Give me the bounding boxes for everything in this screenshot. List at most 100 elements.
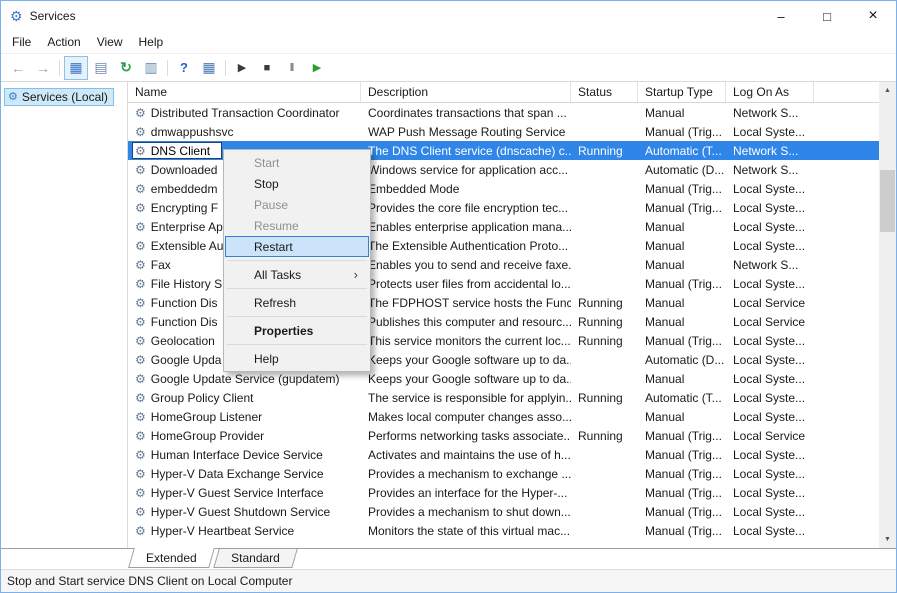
service-log-on-as: Local Syste... [726,448,814,462]
service-row[interactable]: ⚙ Human Interface Device Service Activat… [128,445,879,464]
service-name: HomeGroup Provider [151,429,264,443]
menubar-view[interactable]: View [89,33,131,51]
service-name: DNS Client [151,144,210,158]
service-status: Running [571,144,638,158]
view-list-button[interactable]: ▦ [197,56,221,80]
service-gear-icon: ⚙ [135,335,146,347]
back-button[interactable]: ← [6,56,30,80]
toolbar-button-icon: ■ [264,62,271,74]
column-header-description[interactable]: Description [361,82,571,102]
service-description: Makes local computer changes asso... [361,410,571,424]
stop-service-button[interactable]: ■ [255,56,279,80]
service-name-box: ⚙ Enterprise Ap [132,218,228,235]
vertical-scrollbar[interactable]: ▲ ▼ [879,82,896,548]
service-description: Provides an interface for the Hyper-... [361,486,571,500]
scrollbar-thumb[interactable] [880,170,895,232]
console-tree-panel: ⚙ Services (Local) [1,82,128,548]
service-startup-type: Manual (Trig... [638,201,726,215]
menubar-action[interactable]: Action [39,33,88,51]
column-header-status[interactable]: Status [571,82,638,102]
service-name: Downloaded [151,163,218,177]
service-name: Enterprise Ap [151,220,223,234]
status-bar: Stop and Start service DNS Client on Loc… [1,569,896,592]
menubar-file[interactable]: File [4,33,39,51]
tree-item-services-local[interactable]: ⚙ Services (Local) [4,88,114,106]
service-startup-type: Manual (Trig... [638,125,726,139]
service-row[interactable]: ⚙ Hyper-V Guest Shutdown Service Provide… [128,502,879,521]
status-text: Stop and Start service DNS Client on Loc… [7,574,292,588]
column-header-name[interactable]: Name [128,82,361,102]
context-menu-restart[interactable]: Restart [225,236,369,257]
pause-service-button[interactable]: ‖ [280,56,304,80]
service-name-cell: ⚙ Hyper-V Heartbeat Service [128,522,361,539]
service-name-box: ⚙ Human Interface Device Service [132,446,328,463]
toolbar-separator [56,56,63,80]
service-log-on-as: Local Syste... [726,467,814,481]
service-gear-icon: ⚙ [135,202,146,214]
service-name: dmwappushsvc [151,125,234,139]
context-menu-help[interactable]: Help [225,348,369,369]
service-row[interactable]: ⚙ HomeGroup Provider Performs networking… [128,426,879,445]
service-startup-type: Manual [638,239,726,253]
service-log-on-as: Network S... [726,106,814,120]
service-status: Running [571,315,638,329]
menubar: FileActionViewHelp [1,31,896,53]
service-row[interactable]: ⚙ dmwappushsvc WAP Push Message Routing … [128,122,879,141]
toolbar-button-icon: ‖ [290,62,295,74]
minimize-button[interactable]: – [758,1,804,31]
service-row[interactable]: ⚙ HomeGroup Listener Makes local compute… [128,407,879,426]
service-gear-icon: ⚙ [135,259,146,271]
scroll-down-arrow-icon[interactable]: ▼ [879,531,896,548]
service-row[interactable]: ⚙ Distributed Transaction Coordinator Co… [128,103,879,122]
toolbar-button-icon: ▦ [202,59,215,76]
service-name-cell: ⚙ Hyper-V Guest Shutdown Service [128,503,361,520]
service-description: Activates and maintains the use of h... [361,448,571,462]
service-row[interactable]: ⚙ Group Policy Client The service is res… [128,388,879,407]
context-menu-separator [227,316,367,317]
service-name: Google Upda [151,353,222,367]
context-menu-stop[interactable]: Stop [225,173,369,194]
service-name-box: ⚙ File History S [132,275,227,292]
service-startup-type: Manual (Trig... [638,467,726,481]
context-menu-refresh[interactable]: Refresh [225,292,369,313]
service-row[interactable]: ⚙ Hyper-V Guest Service Interface Provid… [128,483,879,502]
context-menu-all-tasks[interactable]: All Tasks › [225,264,369,285]
service-name: File History S [151,277,222,291]
context-menu-separator [227,344,367,345]
service-row[interactable]: ⚙ Hyper-V Heartbeat Service Monitors the… [128,521,879,540]
service-name-box: ⚙ Extensible Au [132,237,228,254]
export-list-button[interactable]: ▥ [139,56,163,80]
refresh-button[interactable]: ↻ [114,56,138,80]
restart-service-button[interactable]: ▶ [305,56,329,80]
tab-extended[interactable]: Extended [128,548,214,568]
service-startup-type: Manual [638,315,726,329]
service-name-box: ⚙ DNS Client [132,142,222,159]
help-button[interactable]: ? [172,56,196,80]
context-menu-item-label: Stop [254,177,279,191]
service-gear-icon: ⚙ [135,525,146,537]
start-service-button[interactable]: ▶ [230,56,254,80]
service-name-box: ⚙ Downloaded [132,161,222,178]
service-description: Publishes this computer and resourc... [361,315,571,329]
service-row[interactable]: ⚙ Hyper-V Data Exchange Service Provides… [128,464,879,483]
service-log-on-as: Local Syste... [726,524,814,538]
toolbar-button-icon: ↻ [120,59,132,76]
show-console-tree-button[interactable]: ▦ [64,56,88,80]
service-log-on-as: Network S... [726,163,814,177]
menubar-help[interactable]: Help [131,33,172,51]
column-header-log-on-as[interactable]: Log On As [726,82,814,102]
service-name-box: ⚙ Fax [132,256,176,273]
service-name-box: ⚙ dmwappushsvc [132,123,238,140]
forward-button[interactable]: → [31,56,55,80]
tab-standard[interactable]: Standard [213,549,297,568]
column-header-startup-type[interactable]: Startup Type [638,82,726,102]
maximize-button[interactable]: □ [804,1,850,31]
properties-button[interactable]: ▤ [89,56,113,80]
context-menu-properties[interactable]: Properties [225,320,369,341]
service-log-on-as: Local Syste... [726,182,814,196]
service-description: Protects user files from accidental lo..… [361,277,571,291]
toolbar: ← → ▦ ▤ ↻ ▥ ? ▦ ▶ [1,53,896,82]
service-log-on-as: Local Syste... [726,505,814,519]
scroll-up-arrow-icon[interactable]: ▲ [879,82,896,99]
close-button[interactable]: × [850,1,896,31]
